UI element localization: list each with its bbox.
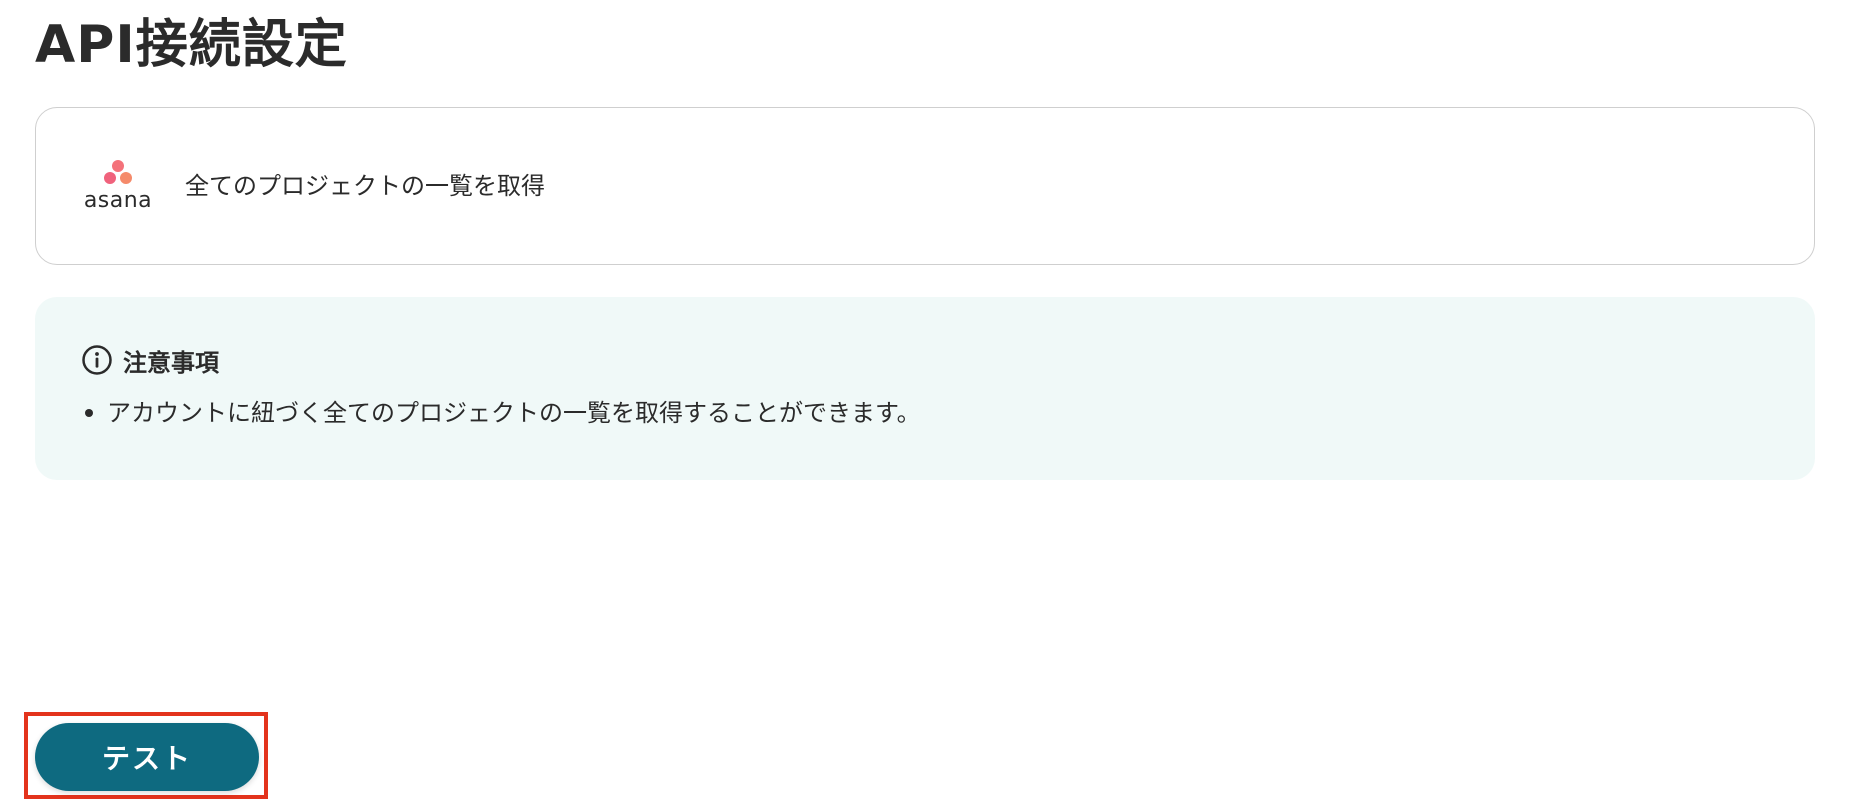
notice-box: 注意事項 アカウントに紐づく全てのプロジェクトの一覧を取得することができます。 — [35, 297, 1815, 480]
api-connection-settings-page: API接続設定 asana 全てのプロジェクトの一覧を取得 注意事項 アカウント… — [0, 0, 1874, 806]
asana-dots — [102, 160, 134, 188]
info-icon — [81, 344, 113, 376]
action-card[interactable]: asana 全てのプロジェクトの一覧を取得 — [35, 107, 1815, 265]
notice-title: 注意事項 — [123, 348, 219, 377]
notice-list: アカウントに紐づく全てのプロジェクトの一覧を取得することができます。 — [81, 393, 921, 433]
action-label: 全てのプロジェクトの一覧を取得 — [185, 172, 545, 200]
asana-dot-top — [112, 160, 124, 172]
asana-wordmark: asana — [83, 188, 153, 213]
notice-header: 注意事項 — [81, 343, 219, 377]
notice-item: アカウントに紐づく全てのプロジェクトの一覧を取得することができます。 — [81, 393, 921, 433]
asana-dot-right — [120, 172, 132, 184]
page-title: API接続設定 — [35, 15, 348, 75]
notice-item-text: アカウントに紐づく全てのプロジェクトの一覧を取得することができます。 — [107, 399, 921, 427]
asana-dot-left — [104, 172, 116, 184]
asana-logo-icon: asana — [82, 160, 154, 220]
bullet-icon — [85, 409, 93, 417]
test-button[interactable]: テスト — [35, 723, 259, 791]
